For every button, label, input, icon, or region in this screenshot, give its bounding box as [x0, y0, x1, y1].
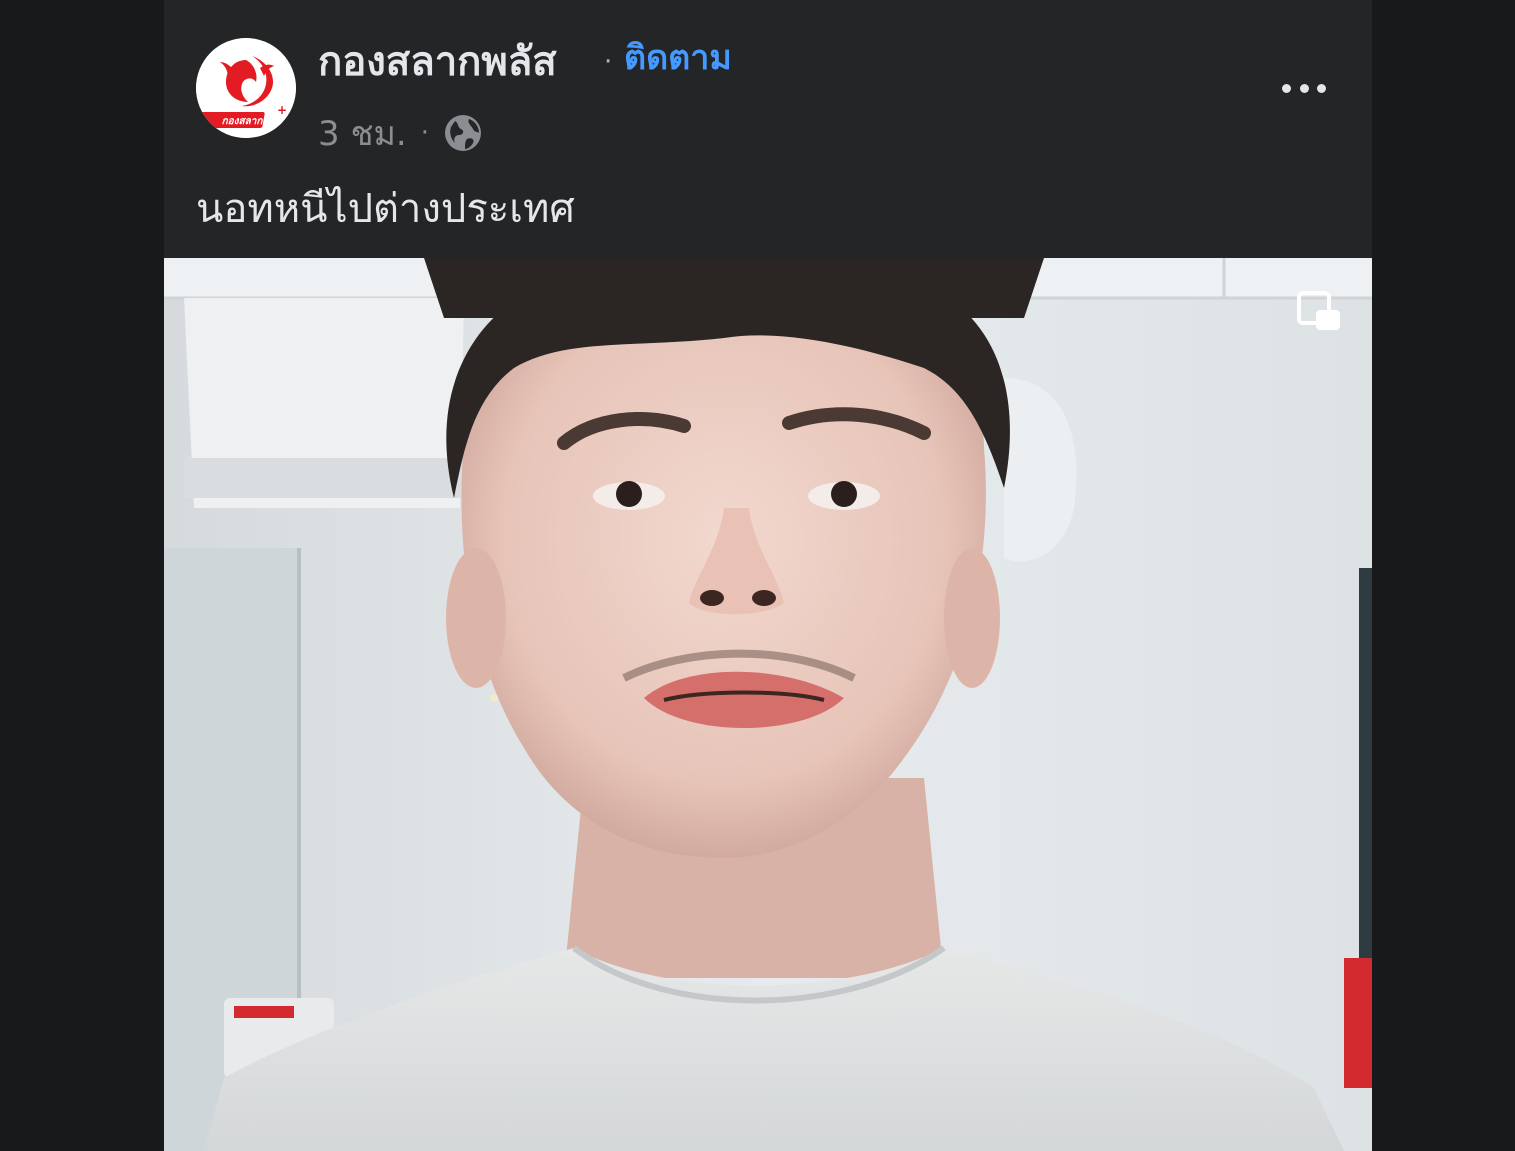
globe-icon[interactable]	[443, 113, 483, 153]
meta-separator: ·	[420, 118, 430, 148]
more-dot	[1282, 83, 1291, 93]
pip-button[interactable]	[1294, 288, 1344, 338]
more-options-button[interactable]	[1282, 68, 1326, 108]
more-dot	[1317, 83, 1326, 93]
feed-post: กองสลาก + กองสลากพลัส · ติดตาม 3 ชม. · น…	[164, 0, 1372, 1151]
name-separator: ·	[604, 47, 613, 77]
video-frame	[164, 258, 1372, 1151]
more-dot	[1299, 83, 1309, 93]
page-avatar[interactable]: กองสลาก +	[196, 38, 296, 138]
picture-in-picture-icon	[1297, 291, 1340, 330]
post-caption: นอทหนีไปต่างประเทศ	[196, 186, 575, 232]
post-meta: 3 ชม. ·	[318, 108, 483, 158]
brand-logo: กองสลาก +	[196, 38, 296, 138]
logo-text: กองสลาก	[222, 116, 264, 127]
page-name-link[interactable]: กองสลากพลัส	[318, 34, 557, 90]
video-player[interactable]	[164, 258, 1372, 1151]
svg-text:+: +	[277, 103, 287, 117]
follow-button[interactable]: ติดตาม	[624, 32, 732, 84]
post-timestamp[interactable]: 3 ชม.	[318, 106, 407, 160]
